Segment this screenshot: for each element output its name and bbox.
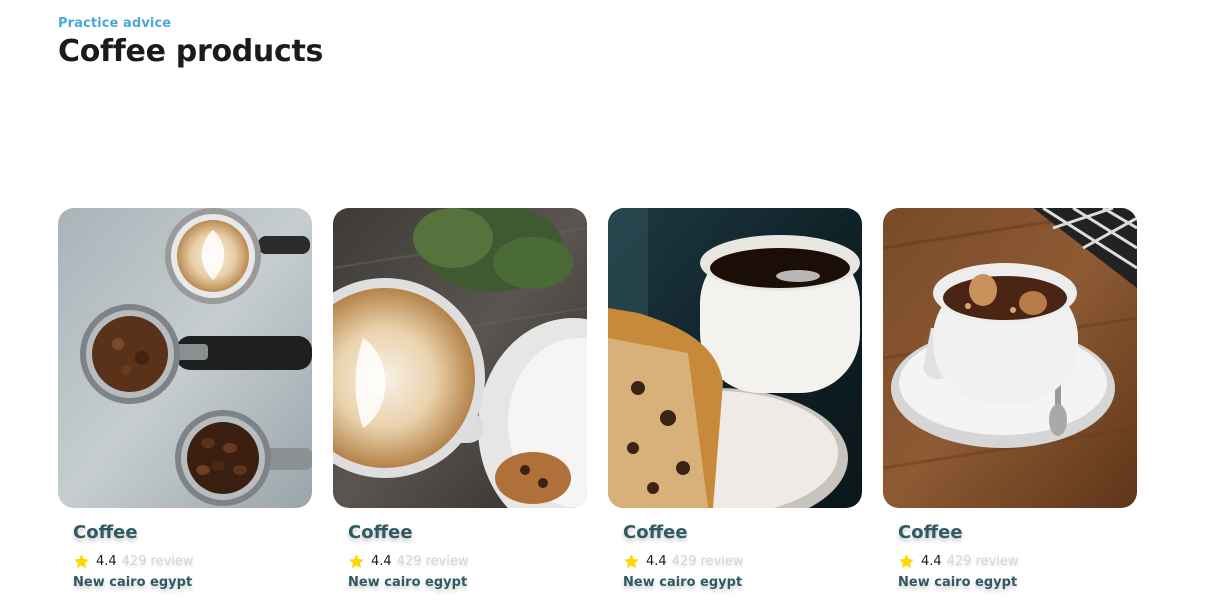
star-icon	[898, 553, 915, 570]
rating-value: 4.4	[646, 554, 667, 569]
page-title: Coffee products	[58, 34, 324, 69]
review-label: review	[975, 554, 1019, 569]
product-location: New cairo egypt	[898, 575, 1018, 590]
review-count: 429	[121, 554, 147, 569]
product-title[interactable]: Coffee	[623, 522, 688, 543]
rating-row: 4.4 429 review	[348, 553, 469, 570]
star-icon	[623, 553, 640, 570]
review-label: review	[700, 554, 744, 569]
rating-value: 4.4	[921, 554, 942, 569]
review-count: 429	[946, 554, 972, 569]
product-location: New cairo egypt	[623, 575, 743, 590]
review-count: 429	[396, 554, 422, 569]
product-location: New cairo egypt	[348, 575, 468, 590]
rating-row: 4.4 429 review	[898, 553, 1019, 570]
product-card[interactable]: Coffee 4.4 429 review New cairo egypt	[608, 208, 862, 590]
product-photo[interactable]	[608, 208, 862, 508]
product-photo[interactable]	[58, 208, 312, 508]
product-location: New cairo egypt	[73, 575, 193, 590]
product-card[interactable]: Coffee 4.4 429 review New cairo egypt	[333, 208, 587, 590]
product-photo[interactable]	[883, 208, 1137, 508]
star-icon	[73, 553, 90, 570]
eyebrow-label: Practice advice	[58, 16, 172, 31]
review-count: 429	[671, 554, 697, 569]
product-title[interactable]: Coffee	[898, 522, 963, 543]
product-card[interactable]: Coffee 4.4 429 review New cairo egypt	[883, 208, 1137, 590]
review-label: review	[150, 554, 194, 569]
star-icon	[348, 553, 365, 570]
rating-value: 4.4	[96, 554, 117, 569]
product-card[interactable]: Coffee 4.4 429 review New cairo egypt	[58, 208, 312, 590]
rating-row: 4.4 429 review	[73, 553, 194, 570]
product-title[interactable]: Coffee	[348, 522, 413, 543]
rating-value: 4.4	[371, 554, 392, 569]
review-label: review	[425, 554, 469, 569]
rating-row: 4.4 429 review	[623, 553, 744, 570]
product-title[interactable]: Coffee	[73, 522, 138, 543]
product-photo[interactable]	[333, 208, 587, 508]
